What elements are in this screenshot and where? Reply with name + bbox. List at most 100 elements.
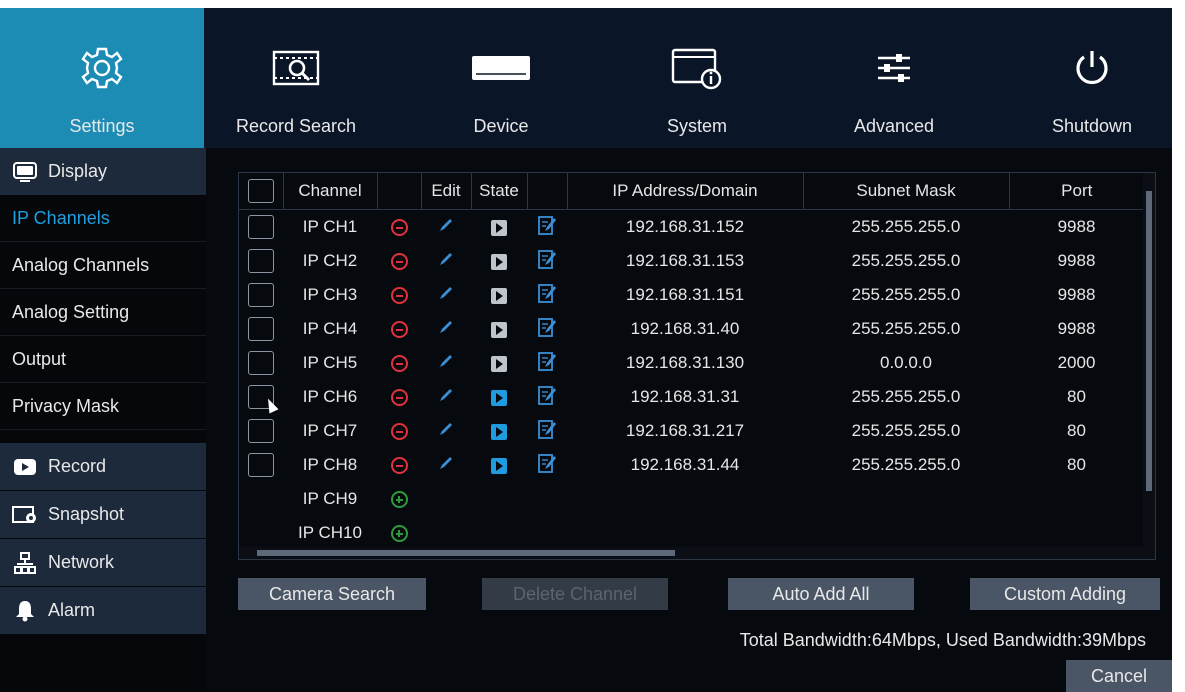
vertical-scrollbar[interactable] — [1143, 173, 1155, 559]
ip-cell: 192.168.31.130 — [625, 353, 745, 372]
power-icon — [1012, 46, 1172, 90]
table-row[interactable]: IP CH4 192.168.31.40 255.255.255.0 9988 — [239, 312, 1144, 346]
play-state-icon[interactable] — [491, 219, 507, 236]
remove-channel-icon[interactable] — [390, 423, 408, 441]
sidebar-item-ip-channels[interactable]: IP Channels — [0, 195, 206, 242]
table-row[interactable]: IP CH2 192.168.31.153 255.255.255.0 9988 — [239, 244, 1144, 278]
remove-channel-icon[interactable] — [390, 457, 408, 475]
row-checkbox[interactable] — [248, 215, 274, 239]
edit-cell — [421, 210, 471, 245]
row-checkbox[interactable] — [248, 351, 274, 375]
row-checkbox[interactable] — [248, 283, 274, 307]
sidebar-item-record[interactable]: Record — [0, 443, 206, 490]
row-select-cell — [239, 278, 283, 312]
sidebar-item-snapshot[interactable]: Snapshot — [0, 491, 206, 538]
table-row[interactable]: IP CH7 192.168.31.217 255.255.255.0 80 — [239, 414, 1144, 448]
snapshot-icon — [12, 504, 38, 526]
play-state-icon[interactable] — [491, 321, 507, 338]
horizontal-scrollbar[interactable] — [239, 547, 1144, 559]
subnet-cell: 255.255.255.0 — [851, 387, 961, 406]
remove-channel-icon[interactable] — [390, 219, 408, 237]
sidebar-item-output[interactable]: Output — [0, 336, 206, 383]
play-state-icon[interactable] — [491, 355, 507, 372]
nav-record-search[interactable]: Record Search — [204, 8, 388, 148]
nav-advanced[interactable]: Advanced — [808, 8, 980, 148]
scroll-thumb[interactable] — [1146, 191, 1152, 491]
edit-note-icon[interactable] — [537, 385, 557, 410]
sidebar-item-privacy-mask[interactable]: Privacy Mask — [0, 383, 206, 430]
table-row[interactable]: IP CH5 192.168.31.130 0.0.0.0 2000 — [239, 346, 1144, 380]
row-select-cell — [239, 210, 283, 245]
sidebar-item-alarm[interactable]: Alarm — [0, 587, 206, 634]
delete-channel-button[interactable]: Delete Channel — [482, 578, 668, 610]
edit-note-icon[interactable] — [537, 351, 557, 376]
nav-settings[interactable]: Settings — [0, 8, 204, 148]
port-cell: 2000 — [1057, 353, 1096, 372]
edit-pencil-icon[interactable] — [438, 354, 454, 373]
cancel-button[interactable]: Cancel — [1066, 660, 1172, 692]
edit-pencil-icon[interactable] — [438, 286, 454, 305]
bell-icon — [12, 600, 38, 622]
edit-note-icon[interactable] — [537, 419, 557, 444]
play-state-icon[interactable] — [491, 423, 507, 440]
edit-pencil-icon[interactable] — [438, 252, 454, 271]
config-cell — [527, 244, 567, 278]
add-channel-icon[interactable] — [390, 525, 408, 543]
play-state-icon[interactable] — [491, 457, 507, 474]
table-row[interactable]: IP CH9 — [239, 482, 1144, 516]
edit-cell — [421, 448, 471, 482]
sidebar-item-label: Analog Channels — [12, 254, 150, 275]
edit-note-icon[interactable] — [537, 249, 557, 274]
nav-shutdown[interactable]: Shutdown — [1012, 8, 1172, 148]
edit-pencil-icon[interactable] — [438, 388, 454, 407]
remove-channel-icon[interactable] — [390, 355, 408, 373]
table-row[interactable]: IP CH10 — [239, 516, 1144, 550]
dvr-window: Settings Record Search Device System Adv… — [0, 8, 1172, 692]
edit-note-icon[interactable] — [537, 453, 557, 478]
sidebar-item-label: Network — [48, 552, 115, 572]
table-row[interactable]: IP CH3 192.168.31.151 255.255.255.0 9988 — [239, 278, 1144, 312]
sidebar-item-display[interactable]: Display — [0, 148, 206, 195]
nav-system[interactable]: System — [604, 8, 790, 148]
column-header-channel: Channel — [283, 173, 378, 210]
auto-add-all-button[interactable]: Auto Add All — [728, 578, 914, 610]
remove-channel-icon[interactable] — [390, 389, 408, 407]
table-header: Channel Edit State IP Address/Domain Sub… — [239, 173, 1144, 210]
add-channel-icon[interactable] — [390, 491, 408, 509]
sidebar-item-analog-channels[interactable]: Analog Channels — [0, 242, 206, 289]
play-state-icon[interactable] — [491, 253, 507, 270]
remove-channel-icon[interactable] — [390, 253, 408, 271]
edit-note-icon[interactable] — [537, 215, 557, 240]
column-header-edit: Edit — [421, 173, 472, 210]
remove-channel-icon[interactable] — [390, 287, 408, 305]
remove-channel-icon[interactable] — [390, 321, 408, 339]
custom-adding-button[interactable]: Custom Adding — [970, 578, 1160, 610]
select-all-checkbox[interactable] — [247, 179, 274, 203]
table-row[interactable]: IP CH6 192.168.31.31 255.255.255.0 80 — [239, 380, 1144, 414]
table-row[interactable]: IP CH1 192.168.31.152 255.255.255.0 9988 — [239, 210, 1144, 245]
edit-cell — [421, 278, 471, 312]
row-checkbox[interactable] — [248, 249, 274, 273]
row-checkbox[interactable] — [248, 317, 274, 341]
edit-pencil-icon[interactable] — [438, 422, 454, 441]
channel-cell: IP CH5 — [302, 353, 358, 372]
edit-note-icon[interactable] — [537, 283, 557, 308]
edit-note-icon[interactable] — [537, 317, 557, 342]
nav-device[interactable]: Device — [412, 8, 590, 148]
edit-pencil-icon[interactable] — [438, 218, 454, 237]
channel-cell: IP CH1 — [302, 217, 358, 236]
camera-search-button[interactable]: Camera Search — [238, 578, 426, 610]
table-body: IP CH1 192.168.31.152 255.255.255.0 9988 IP … — [239, 210, 1144, 551]
scroll-thumb[interactable] — [257, 550, 675, 556]
play-state-icon[interactable] — [491, 389, 507, 406]
play-state-icon[interactable] — [491, 287, 507, 304]
sidebar-item-network[interactable]: Network — [0, 539, 206, 586]
edit-pencil-icon[interactable] — [438, 456, 454, 475]
row-checkbox[interactable] — [248, 419, 274, 443]
table-row[interactable]: IP CH8 192.168.31.44 255.255.255.0 80 — [239, 448, 1144, 482]
row-checkbox[interactable] — [248, 453, 274, 477]
sidebar-item-analog-setting[interactable]: Analog Setting — [0, 289, 206, 336]
column-header-port: Port — [1009, 173, 1144, 210]
remove-cell — [377, 414, 421, 448]
edit-pencil-icon[interactable] — [438, 320, 454, 339]
